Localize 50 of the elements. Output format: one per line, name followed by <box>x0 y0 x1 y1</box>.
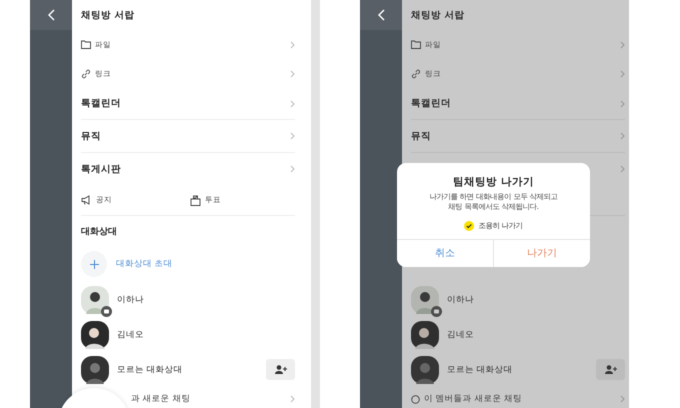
avatar[interactable] <box>411 356 439 384</box>
chevron-right-icon <box>290 40 295 48</box>
drawer-title: 채팅방 서랍 <box>411 8 464 22</box>
check-circle-icon[interactable] <box>464 220 474 231</box>
chevron-right-icon <box>290 165 295 173</box>
new-chat-link[interactable]: 이 멤버들과 새로운 채팅 <box>424 393 522 405</box>
invite-link[interactable]: 대화상대 초대 <box>116 258 173 270</box>
add-friend-button[interactable] <box>266 359 295 380</box>
me-badge-icon <box>101 306 112 316</box>
menu-item[interactable]: 뮤직 <box>81 130 101 142</box>
menu-item[interactable]: 톡캘린더 <box>411 97 451 110</box>
back-icon[interactable] <box>48 9 54 21</box>
avatar[interactable] <box>411 320 439 348</box>
member-name[interactable]: 이하나 <box>117 294 144 306</box>
add-person-icon <box>604 365 616 374</box>
chevron-right-icon <box>290 395 295 403</box>
menu-item[interactable]: 톡캘린더 <box>81 97 121 110</box>
me-badge-icon <box>431 306 442 316</box>
member-name[interactable]: 모르는 대화상대 <box>117 364 183 376</box>
chevron-right-icon <box>290 132 295 140</box>
chevron-right-icon <box>620 100 625 108</box>
link-icon <box>411 68 421 78</box>
add-friend-button[interactable] <box>596 359 625 380</box>
ballot-box-icon <box>190 194 201 206</box>
menu-item[interactable]: 뮤직 <box>411 130 431 142</box>
menu-item[interactable]: 톡게시판 <box>81 162 121 176</box>
chevron-right-icon <box>620 70 625 78</box>
member-name[interactable]: 김네오 <box>447 328 474 340</box>
avatar[interactable] <box>81 320 109 348</box>
member-name[interactable]: 김네오 <box>117 328 144 340</box>
megaphone-icon <box>81 195 92 205</box>
folder-icon <box>81 40 91 49</box>
folder-icon <box>411 40 421 49</box>
new-chat-link[interactable]: 과 새로운 채팅 <box>131 393 190 405</box>
link-icon <box>81 68 91 78</box>
chevron-right-icon <box>620 132 625 140</box>
chevron-right-icon <box>620 165 625 173</box>
member-name[interactable]: 이하나 <box>447 294 474 306</box>
chevron-right-icon <box>290 100 295 108</box>
chevron-right-icon <box>620 395 625 403</box>
drawer-title: 채팅방 서랍 <box>81 8 134 22</box>
member-name[interactable]: 모르는 대화상대 <box>447 364 513 376</box>
plus-icon[interactable] <box>81 251 107 277</box>
chevron-right-icon <box>620 40 625 48</box>
add-person-icon <box>274 365 286 374</box>
back-icon[interactable] <box>378 9 384 21</box>
dialog-title: 팀채팅방 나가기 <box>453 175 534 189</box>
section-title: 대화상대 <box>81 226 117 238</box>
chevron-right-icon <box>290 70 295 78</box>
avatar[interactable] <box>81 356 109 384</box>
